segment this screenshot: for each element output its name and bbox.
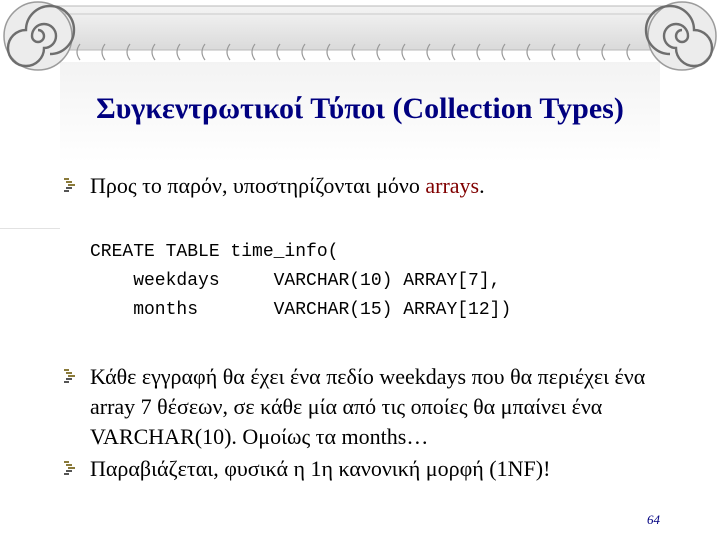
bullet-3-text: Παραβιάζεται, φυσικά η 1η κανονική μορφή… bbox=[90, 456, 551, 481]
stepped-bar-bullet-icon bbox=[64, 461, 75, 475]
code-line: weekdays VARCHAR(10) ARRAY[7], bbox=[90, 271, 501, 291]
slide: Συγκεντρωτικοί Τύποι (Collection Types) … bbox=[0, 0, 720, 540]
bullet-item-3: Παραβιάζεται, φυσικά η 1η κανονική μορφή… bbox=[64, 454, 680, 484]
slide-title: Συγκεντρωτικοί Τύποι (Collection Types) bbox=[96, 92, 624, 125]
bullet-1-suffix: . bbox=[479, 173, 485, 198]
bullet-item-1: Προς το παρόν, υποστηρίζονται μόνο array… bbox=[64, 171, 680, 201]
bullet-1-text: Προς το παρόν, υποστηρίζονται μόνο bbox=[90, 173, 426, 198]
sql-code-block: CREATE TABLE time_info( weekdays VARCHAR… bbox=[90, 238, 511, 325]
stepped-bar-bullet-icon bbox=[64, 178, 75, 192]
bullet-2-text: Κάθε εγγραφή θα έχει ένα πεδίο weekdays … bbox=[90, 364, 646, 449]
code-line: months VARCHAR(15) ARRAY[12]) bbox=[90, 300, 512, 320]
ionic-capital-decoration bbox=[3, 1, 717, 71]
bullet-1-highlight: arrays bbox=[425, 173, 480, 198]
page-number: 64 bbox=[647, 512, 660, 527]
left-divider-line bbox=[0, 228, 60, 229]
code-line: CREATE TABLE time_info( bbox=[90, 242, 339, 262]
bullet-item-2: Κάθε εγγραφή θα έχει ένα πεδίο weekdays … bbox=[64, 362, 680, 452]
stepped-bar-bullet-icon bbox=[64, 369, 75, 383]
